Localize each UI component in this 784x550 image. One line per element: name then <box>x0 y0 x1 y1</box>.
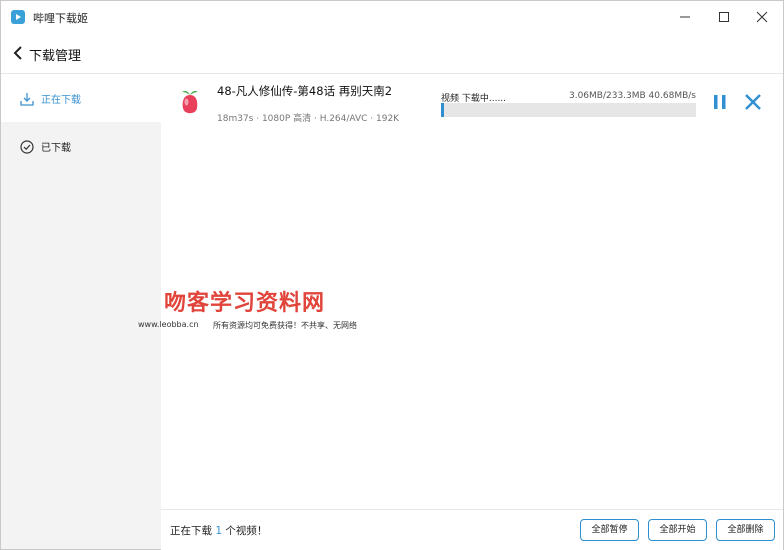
sidebar-item-label: 已下载 <box>41 143 71 154</box>
download-summary: 正在下载 1 个视频！ <box>170 523 267 538</box>
fruit-thumbnail-icon <box>173 86 207 120</box>
page-header: 下载管理 <box>1 33 783 74</box>
footer-bar: 正在下载 1 个视频！ 全部暂停 全部开始 全部删除 <box>161 509 783 550</box>
pause-icon[interactable] <box>712 93 728 111</box>
page-title: 下载管理 <box>29 49 82 64</box>
back-arrow-icon[interactable] <box>11 45 25 61</box>
progress-bar <box>441 103 696 117</box>
sidebar-item-downloaded[interactable]: 已下载 <box>1 122 161 170</box>
video-title: 48-凡人修仙传-第48话 再别天南2 <box>217 84 393 98</box>
app-logo-icon <box>11 10 25 24</box>
video-meta: 18m37s · 1080P 高清 · H.264/AVC · 192K <box>217 114 400 124</box>
app-window: 哔哩下载姬 下载管理 正在下载 已下载 48-凡人修仙传-第48话 再别天南2 … <box>0 0 784 550</box>
pause-all-button[interactable]: 全部暂停 <box>580 519 639 541</box>
watermark-title: 吻客学习资料网 <box>164 290 326 316</box>
sidebar-item-downloading[interactable]: 正在下载 <box>1 74 161 122</box>
start-all-button[interactable]: 全部开始 <box>648 519 707 541</box>
delete-all-button[interactable]: 全部删除 <box>716 519 775 541</box>
close-window-button[interactable] <box>751 7 773 27</box>
download-speed: 3.06MB/233.3MB 40.68MB/s <box>568 91 696 101</box>
watermark-note: 所有资源均可免费获得！不共享、无网络 <box>213 321 357 330</box>
check-circle-icon <box>20 139 34 154</box>
sidebar: 正在下载 已下载 <box>1 74 161 549</box>
close-icon[interactable] <box>744 93 762 111</box>
app-title: 哔哩下载姬 <box>33 12 88 25</box>
progress-fill <box>441 103 444 117</box>
download-icon <box>20 91 34 106</box>
summary-suffix: 个视频！ <box>222 525 268 537</box>
watermark-site: www.leobba.cn <box>138 320 199 329</box>
sidebar-item-label: 正在下载 <box>41 95 81 106</box>
title-bar[interactable]: 哔哩下载姬 <box>1 1 783 33</box>
minimize-button[interactable] <box>674 7 696 27</box>
summary-prefix: 正在下载 <box>170 525 216 537</box>
maximize-button[interactable] <box>713 7 735 27</box>
